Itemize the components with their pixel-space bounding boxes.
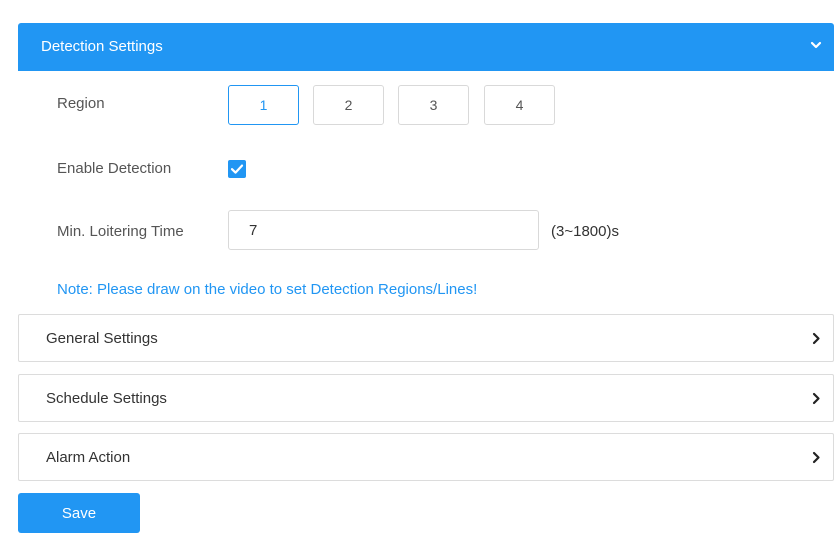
min-loitering-time-label: Min. Loitering Time <box>57 223 184 240</box>
detection-settings-title: Detection Settings <box>41 38 163 55</box>
chevron-down-icon <box>810 41 822 49</box>
schedule-settings-title: Schedule Settings <box>46 390 167 407</box>
check-icon <box>230 164 244 174</box>
chevron-right-icon <box>812 392 820 405</box>
alarm-action-title: Alarm Action <box>46 449 131 466</box>
region-button-2[interactable]: 2 <box>313 85 384 125</box>
region-button-4[interactable]: 4 <box>484 85 555 125</box>
chevron-right-icon <box>812 332 820 345</box>
alarm-action-section[interactable]: Alarm Action <box>18 433 834 481</box>
schedule-settings-section[interactable]: Schedule Settings <box>18 374 834 422</box>
enable-detection-checkbox[interactable] <box>228 160 246 178</box>
region-label: Region <box>57 95 105 112</box>
min-loitering-time-input[interactable] <box>228 210 539 250</box>
region-button-1[interactable]: 1 <box>228 85 299 125</box>
chevron-right-icon <box>812 451 820 464</box>
detection-note: Note: Please draw on the video to set De… <box>57 281 478 298</box>
region-button-3[interactable]: 3 <box>398 85 469 125</box>
detection-settings-header[interactable]: Detection Settings <box>18 23 834 71</box>
min-loitering-time-range: (3~1800)s <box>551 223 619 240</box>
general-settings-section[interactable]: General Settings <box>18 314 834 362</box>
enable-detection-label: Enable Detection <box>57 160 172 177</box>
general-settings-title: General Settings <box>46 330 158 347</box>
save-button[interactable]: Save <box>18 493 140 533</box>
